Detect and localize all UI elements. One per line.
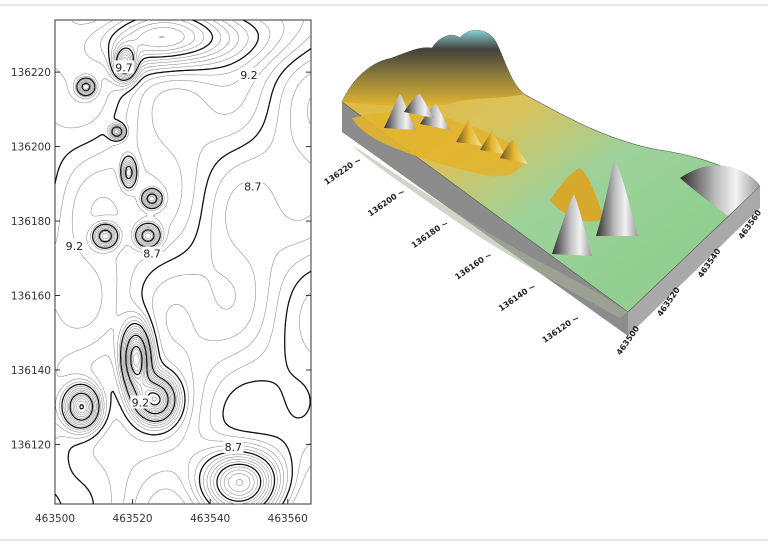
y-tick-label: 136140 [11,365,51,377]
x-tick-label: 463560 [268,513,308,525]
figure-canvas: 9.7 9.2 8.7 9.2 8.7 8.7 9.2 463500 463520 463540… [0,4,768,541]
surface-y-tick-mark [442,222,448,226]
contour-label: 8.7 [244,181,262,194]
y-tick-label: 136220 [11,67,51,79]
contour-map: 9.7 9.2 8.7 9.2 8.7 8.7 9.2 463500 463520 463540… [11,19,312,525]
x-tick-label: 463500 [35,513,75,525]
y-tick-label: 136200 [11,142,51,154]
surface-y-tick-label: 136180 [410,223,443,250]
surface-y-tick-label: 136160 [453,255,486,282]
surface-3d: 136120136140136160136180136200136220 463… [323,29,763,357]
surface-y-tick-label: 136120 [541,318,574,345]
surface-y-tick-mark [398,191,404,195]
x-tick-label: 463520 [113,513,153,525]
contour-label: 9.2 [240,69,258,82]
contour-label: 9.7 [115,61,133,74]
surface-y-tick-mark [485,254,491,258]
contour-label: 8.7 [143,248,161,261]
surface-y-tick-label: 136140 [497,286,530,313]
surface-y-tick-mark [529,285,535,289]
contour-label: 9.2 [66,240,84,253]
y-tick-label: 136120 [11,439,51,451]
contour-label: 9.2 [132,396,150,409]
y-tick-label: 136160 [11,291,51,303]
surface-y-tick-label: 136220 [323,160,356,187]
y-tick-label: 136180 [11,216,51,228]
surface-y-tick-mark [354,159,361,163]
surface-back-ridge [342,30,524,108]
surface-y-tick-label: 136200 [366,192,399,219]
surface-y-tick-mark [572,317,579,321]
x-tick-label: 463540 [190,513,230,525]
contour-label: 8.7 [225,441,243,454]
